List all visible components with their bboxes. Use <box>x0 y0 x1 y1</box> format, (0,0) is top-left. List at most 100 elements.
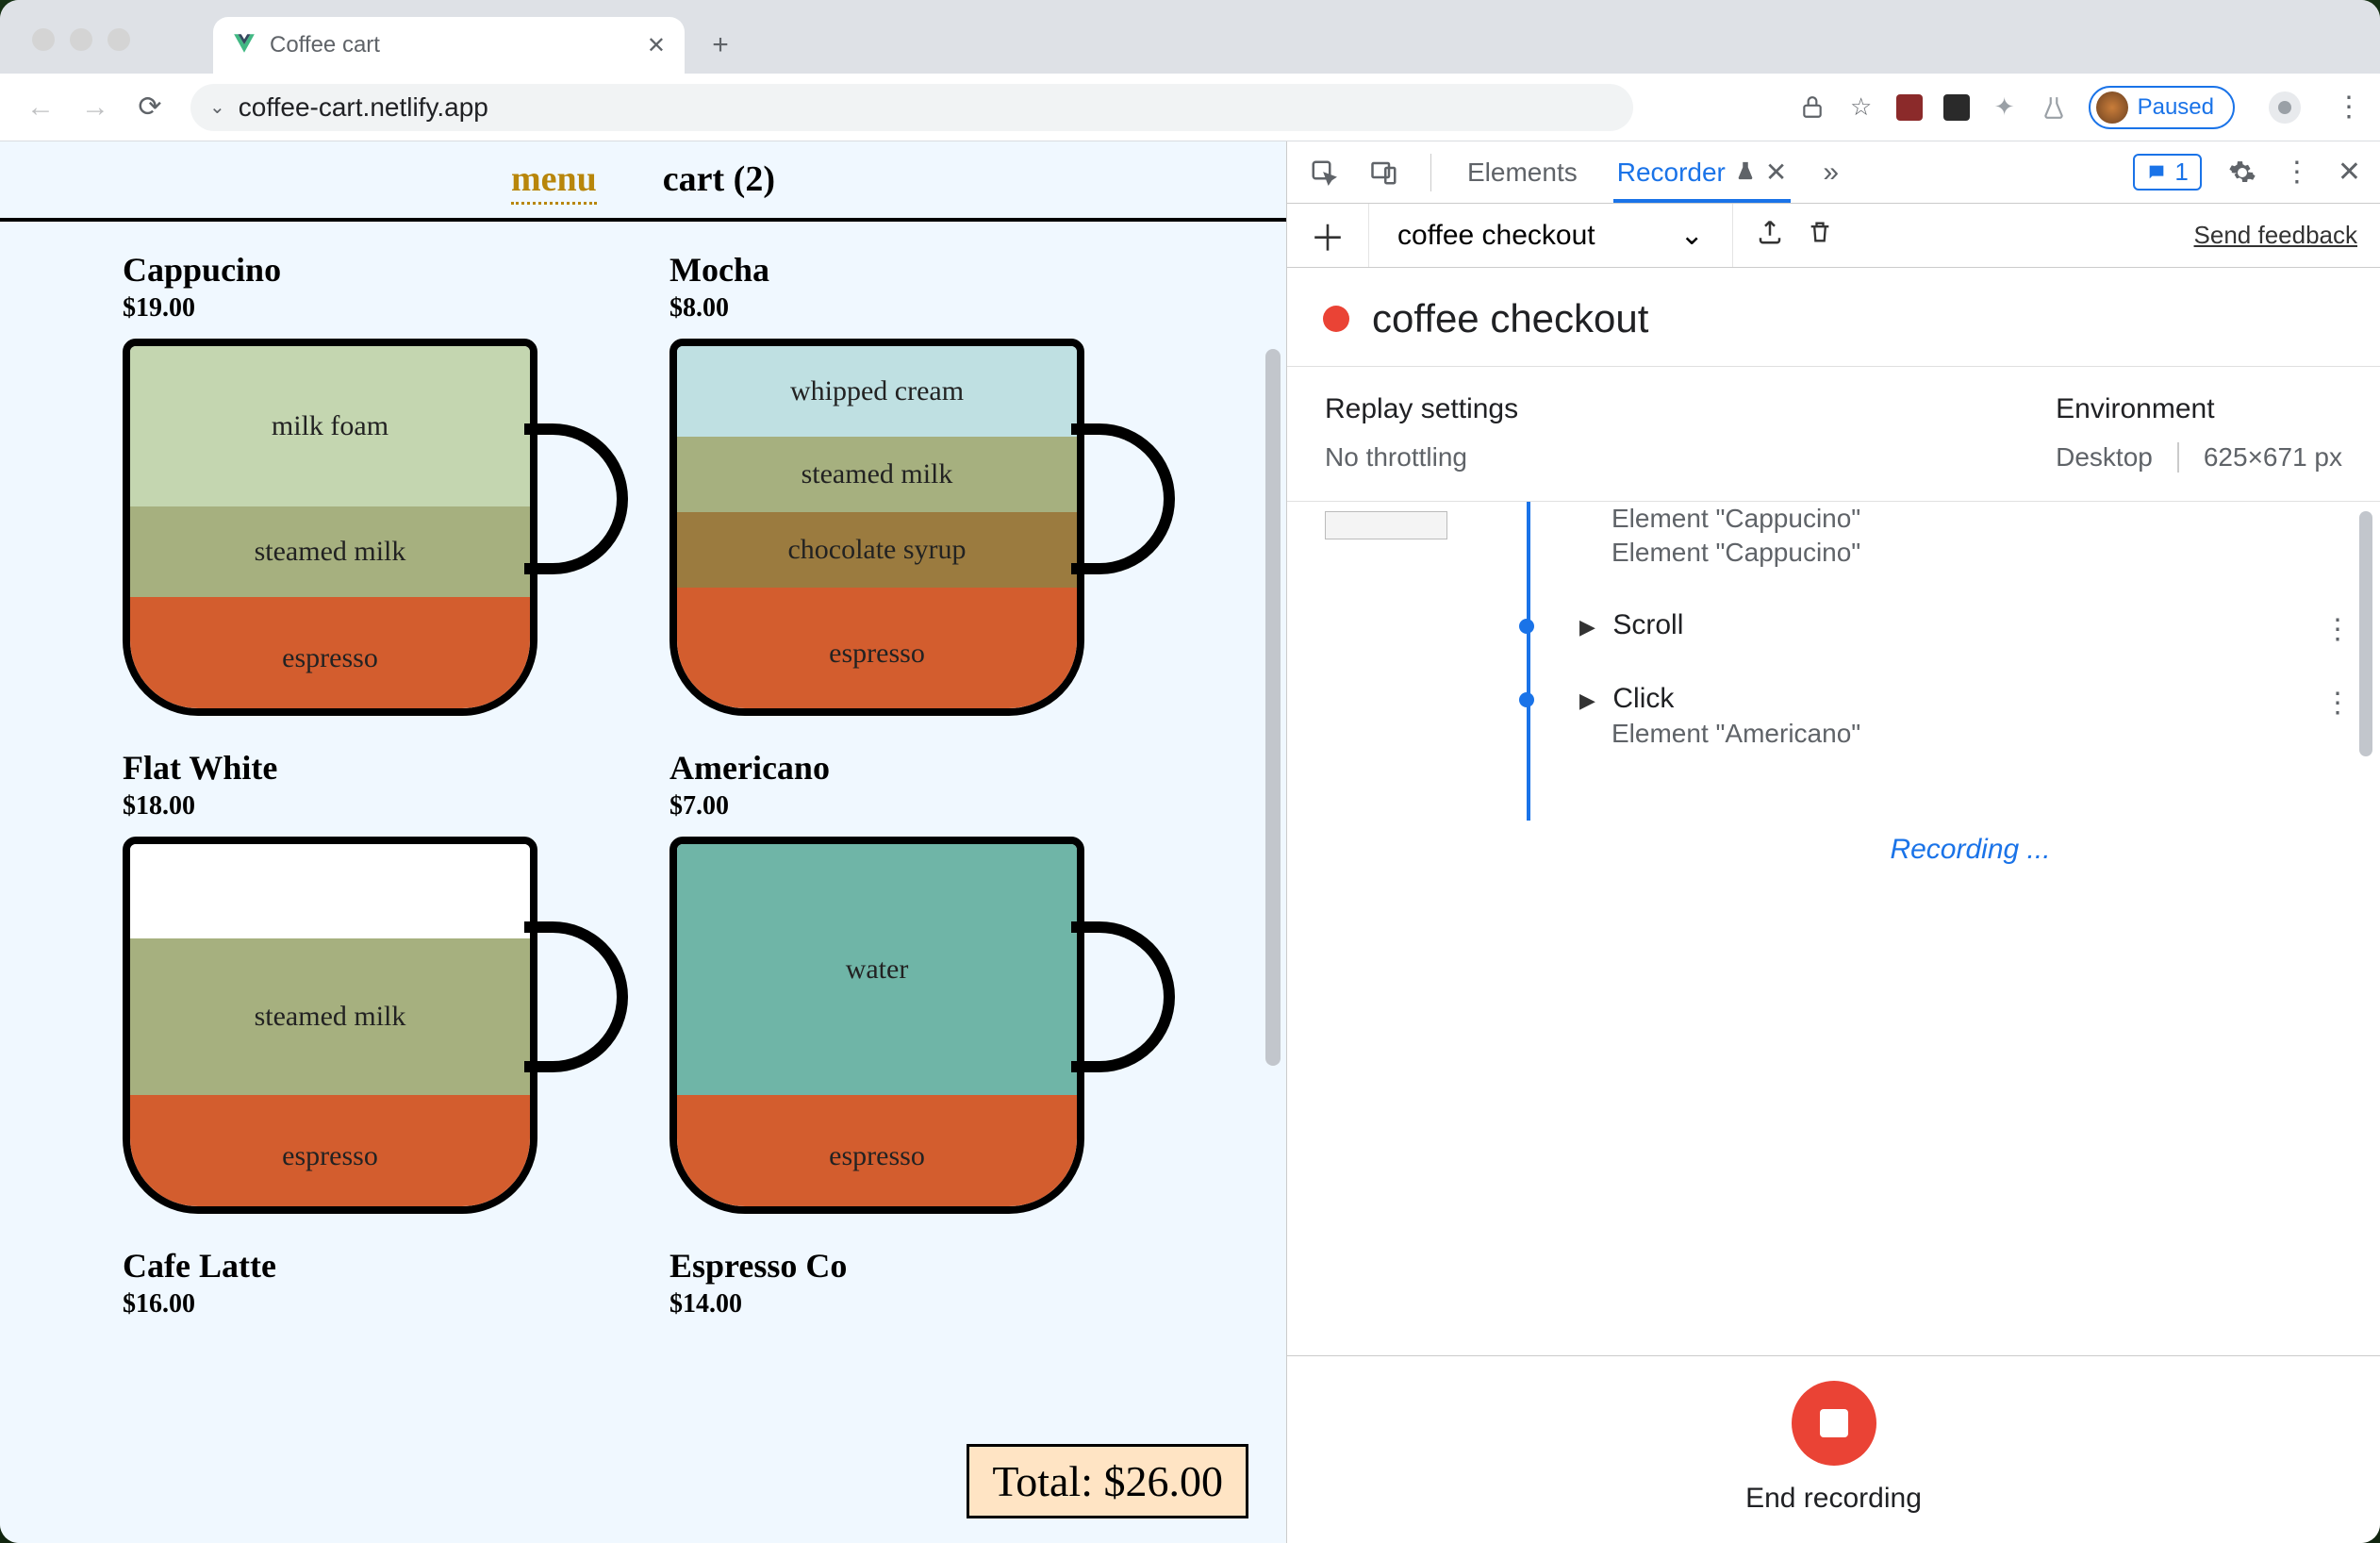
chrome-menu-icon[interactable]: ⋮ <box>2335 91 2363 124</box>
address-bar[interactable]: ⌄ coffee-cart.netlify.app <box>190 84 1633 131</box>
product-card[interactable]: Espresso Co $14.00 <box>669 1246 1198 1319</box>
product-name: Americano <box>669 748 1198 788</box>
close-recorder-tab-icon[interactable]: ✕ <box>1765 157 1787 188</box>
product-card[interactable]: Cafe Latte $16.00 <box>123 1246 651 1319</box>
expand-step-icon[interactable]: ▶ <box>1579 615 1595 639</box>
labs-flask-icon[interactable] <box>2040 93 2068 122</box>
end-recording-button[interactable] <box>1792 1381 1876 1466</box>
send-feedback-link[interactable]: Send feedback <box>2194 221 2357 250</box>
avatar-icon <box>2096 91 2128 124</box>
step-menu-icon[interactable]: ⋮ <box>2323 613 2352 646</box>
step-label: Scroll <box>1612 609 1683 640</box>
page-scrollbar[interactable] <box>1265 349 1281 1066</box>
close-tab-icon[interactable]: ✕ <box>647 32 666 59</box>
recorder-step[interactable]: Click Element "Cappucino" ⋮Element "Capp… <box>1579 502 2361 568</box>
recording-settings: Replay settings No throttling Environmen… <box>1287 367 2380 502</box>
extension-2-icon[interactable] <box>1943 94 1970 121</box>
browser-window: Coffee cart ✕ + ← → ⟳ ⌄ coffee-cart.netl… <box>0 0 2380 1543</box>
bookmark-star-icon[interactable]: ☆ <box>1847 93 1876 122</box>
env-size: 625×671 px <box>2204 442 2342 473</box>
product-name: Flat White <box>123 748 651 788</box>
devtools-settings-icon[interactable] <box>2228 158 2256 187</box>
cup-layer: milk foam <box>130 346 530 506</box>
product-card[interactable]: Americano $7.00 waterespresso <box>669 748 1198 1214</box>
cup-layer: whipped cream <box>677 346 1077 437</box>
vue-favicon-icon <box>232 31 256 60</box>
profile-badge-icon[interactable] <box>2269 91 2301 124</box>
devtools-close-icon[interactable]: ✕ <box>2338 156 2361 189</box>
environment-label: Environment <box>2056 393 2342 425</box>
window-controls <box>32 28 130 51</box>
chevron-down-icon: ⌄ <box>1680 219 1704 252</box>
paused-label: Paused <box>2138 94 2214 121</box>
new-tab-button[interactable]: + <box>702 26 739 64</box>
steps-scrollbar[interactable] <box>2359 511 2372 756</box>
nav-menu-link[interactable]: menu <box>511 158 597 205</box>
cup-layer: chocolate syrup <box>677 512 1077 588</box>
product-card[interactable]: Flat White $18.00 steamed milkespresso <box>123 748 651 1214</box>
experiment-flask-icon <box>1735 158 1756 188</box>
recording-header: coffee checkout <box>1287 268 2380 367</box>
steps-area: Click Element "Cappucino" ⋮Element "Capp… <box>1287 502 2380 1355</box>
timeline: Click Element "Cappucino" ⋮Element "Capp… <box>1476 502 2361 1355</box>
device-toolbar-icon[interactable] <box>1370 158 1398 187</box>
profile-paused-chip[interactable]: Paused <box>2089 86 2235 129</box>
recorder-step[interactable]: ▶ Click Element "Americano" ⋮ <box>1579 683 2361 749</box>
product-price: $7.00 <box>669 791 1198 821</box>
tab-recorder[interactable]: Recorder ✕ <box>1613 141 1792 203</box>
total-badge[interactable]: Total: $26.00 <box>967 1444 1248 1518</box>
product-card[interactable]: Cappucino $19.00 milk foamsteamed milkes… <box>123 250 651 716</box>
end-recording-label: End recording <box>1745 1483 1922 1515</box>
product-card[interactable]: Mocha $8.00 whipped creamsteamed milkcho… <box>669 250 1198 716</box>
delete-icon[interactable] <box>1807 219 1833 253</box>
coffee-cup: whipped creamsteamed milkchocolate syrup… <box>669 339 1160 716</box>
recording-select[interactable]: coffee checkout ⌄ <box>1368 204 1733 267</box>
step-thumbnail <box>1325 502 1476 1355</box>
recording-indicator-icon <box>1323 306 1349 332</box>
replay-settings-label: Replay settings <box>1325 393 1518 425</box>
webpage: menu cart (2) Cappucino $19.00 milk foam… <box>0 141 1286 1543</box>
site-info-icon[interactable]: ⌄ <box>209 95 225 119</box>
nav-cart-link[interactable]: cart (2) <box>663 158 775 205</box>
cup-handle <box>524 921 628 1072</box>
messages-chip[interactable]: 1 <box>2133 154 2201 191</box>
tab-elements[interactable]: Elements <box>1463 142 1581 203</box>
product-price: $18.00 <box>123 791 651 821</box>
traffic-close[interactable] <box>32 28 55 51</box>
product-name: Cafe Latte <box>123 1246 651 1286</box>
recorder-footer: End recording <box>1287 1355 2380 1543</box>
toolbar-actions: ☆ ✦ Paused ⋮ <box>1798 86 2363 129</box>
cup-layer: steamed milk <box>677 437 1077 512</box>
recording-title: coffee checkout <box>1372 296 1648 341</box>
replay-throttling-value[interactable]: No throttling <box>1325 442 1518 473</box>
tab-strip: Coffee cart ✕ + <box>0 0 2380 74</box>
step-sublabel: Element "Cappucino" <box>1611 538 2361 568</box>
browser-tab[interactable]: Coffee cart ✕ <box>213 17 685 74</box>
recorder-step[interactable]: ▶ Scroll ⋮ <box>1579 609 2361 641</box>
recording-status: Recording ... <box>1579 834 2361 866</box>
share-icon[interactable] <box>1798 93 1826 122</box>
expand-step-icon[interactable]: ▶ <box>1579 689 1595 713</box>
devtools-menu-icon[interactable]: ⋮ <box>2283 156 2311 189</box>
more-tabs-icon[interactable]: » <box>1823 157 1839 189</box>
step-menu-icon[interactable]: ⋮ <box>2323 502 2352 505</box>
inspect-element-icon[interactable] <box>1310 158 1338 187</box>
new-recording-button[interactable]: ＋ <box>1310 209 1346 261</box>
back-button[interactable]: ← <box>17 84 64 131</box>
traffic-zoom[interactable] <box>107 28 130 51</box>
extension-1-icon[interactable] <box>1896 94 1923 121</box>
step-dot-icon <box>1519 692 1534 707</box>
export-icon[interactable] <box>1756 218 1784 254</box>
cup-handle <box>1071 423 1175 574</box>
page-nav: menu cart (2) <box>0 141 1286 222</box>
product-name: Espresso Co <box>669 1246 1198 1286</box>
recorder-toolbar: ＋ coffee checkout ⌄ Send feedback <box>1287 204 2380 268</box>
cup-layer: espresso <box>130 1095 530 1214</box>
extensions-puzzle-icon[interactable]: ✦ <box>1991 93 2019 122</box>
traffic-minimize[interactable] <box>70 28 92 51</box>
reload-button[interactable]: ⟳ <box>126 84 174 131</box>
step-menu-icon[interactable]: ⋮ <box>2323 687 2352 720</box>
cup-layer: espresso <box>677 588 1077 716</box>
forward-button[interactable]: → <box>72 84 119 131</box>
tab-title: Coffee cart <box>270 32 380 58</box>
